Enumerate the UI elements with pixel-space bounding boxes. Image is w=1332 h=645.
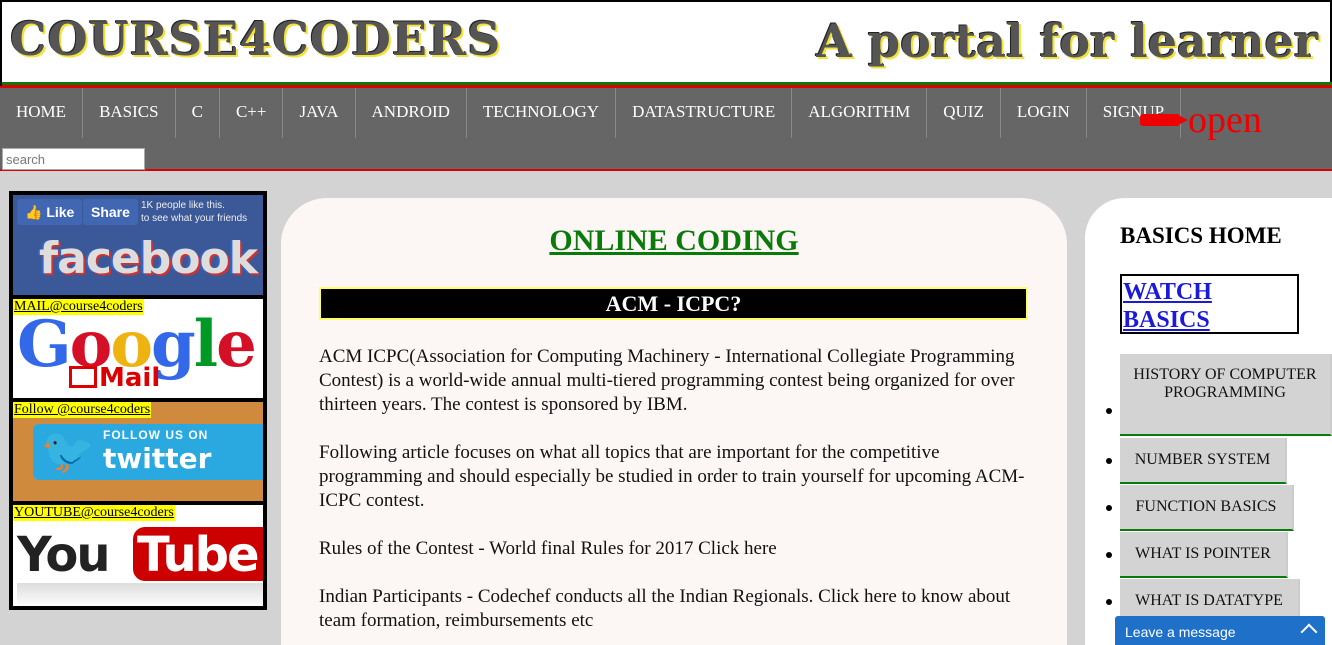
watch-label-line2: BASICS xyxy=(1123,307,1210,333)
nav-item-android[interactable]: ANDROID xyxy=(356,88,467,138)
sidebar-item-function-basics[interactable]: FUNCTION BASICS xyxy=(1120,485,1294,531)
pencil-icon xyxy=(1140,114,1188,126)
sidebar-item-pointer[interactable]: WHAT IS POINTER xyxy=(1120,532,1288,578)
facebook-count-line1: 1K people like this. xyxy=(141,200,225,211)
sidebar-heading: BASICS HOME xyxy=(1120,223,1282,248)
youtube-widget[interactable]: You Tube YOUTUBE@course4coders xyxy=(13,505,263,606)
twitter-widget[interactable]: 🐦 FOLLOW US ON twitter Follow @course4co… xyxy=(13,402,263,501)
sidebar-item-number-system[interactable]: NUMBER SYSTEM xyxy=(1120,438,1287,484)
gmail-widget[interactable]: Google Mail MAIL@course4coders xyxy=(13,299,263,398)
google-letter: G xyxy=(17,307,72,382)
bullet-icon xyxy=(1106,552,1112,558)
chevron-up-icon[interactable] xyxy=(1300,623,1318,641)
nav-item-java[interactable]: JAVA xyxy=(283,88,356,138)
mail-text: Mail xyxy=(99,363,161,393)
google-letter: e xyxy=(216,307,257,382)
nav-item-c[interactable]: C xyxy=(176,88,220,138)
bullet-icon xyxy=(1106,599,1112,605)
gmail-mail-logo: Mail xyxy=(69,363,160,393)
thumbs-up-icon: 👍 xyxy=(25,204,43,220)
nav-item-home[interactable]: HOME xyxy=(0,88,84,138)
facebook-like-button[interactable]: 👍 Like xyxy=(17,199,83,225)
nav-item-basics[interactable]: BASICS xyxy=(83,88,176,138)
bullet-icon xyxy=(1106,458,1112,464)
watch-label-line1: WATCH xyxy=(1123,279,1212,305)
nav-item-algorithm[interactable]: ALGORITHM xyxy=(792,88,928,138)
open-label: open xyxy=(1188,99,1262,141)
open-menu-button[interactable]: open xyxy=(1140,98,1262,142)
basics-sidebar: BASICS HOME WATCH BASICS HISTORY OF COMP… xyxy=(1085,198,1332,645)
section-heading: ACM - ICPC? xyxy=(319,287,1028,320)
facebook-share-button[interactable]: Share xyxy=(83,199,138,225)
envelope-icon xyxy=(69,366,97,388)
nav-item-datastructure[interactable]: DATASTRUCTURE xyxy=(616,88,793,138)
gmail-link[interactable]: MAIL@course4coders xyxy=(13,299,144,315)
nav-menu: HOME BASICS C C++ JAVA ANDROID TECHNOLOG… xyxy=(0,88,1182,138)
nav-item-login[interactable]: LOGIN xyxy=(1001,88,1087,138)
paragraph-topics: Following article focuses on what all to… xyxy=(319,442,1025,511)
facebook-logo: facebook xyxy=(39,233,258,284)
like-label: Like xyxy=(46,204,75,220)
bullet-icon xyxy=(1106,408,1112,414)
sidebar-item-history[interactable]: HISTORY OF COMPUTER PROGRAMMING xyxy=(1120,354,1332,436)
paragraph-intro: ACM ICPC(Association for Computing Machi… xyxy=(319,346,1015,415)
leave-message-widget[interactable]: Leave a message xyxy=(1115,616,1325,645)
twitter-banner: 🐦 FOLLOW US ON twitter xyxy=(33,424,263,480)
chat-label: Leave a message xyxy=(1125,624,1236,640)
page-title[interactable]: ONLINE CODING xyxy=(281,224,1067,258)
site-tagline: A portal for learner xyxy=(816,14,1318,68)
paragraph-indian[interactable]: Indian Participants - Codechef conducts … xyxy=(319,585,1039,633)
youtube-logo-tube: Tube xyxy=(137,527,260,583)
site-header: COURSE4CODERS A portal for learner xyxy=(0,0,1332,88)
facebook-count-line2: to see what your friends xyxy=(141,213,248,224)
site-brand[interactable]: COURSE4CODERS xyxy=(10,12,501,66)
youtube-logo-reflection xyxy=(17,583,263,606)
facebook-widget[interactable]: 👍 Like Share 1K people like this. to see… xyxy=(13,195,263,295)
main-nav: HOME BASICS C C++ JAVA ANDROID TECHNOLOG… xyxy=(0,86,1332,171)
google-letter: l xyxy=(193,307,218,382)
nav-item-cpp[interactable]: C++ xyxy=(220,88,284,138)
nav-item-technology[interactable]: TECHNOLOGY xyxy=(467,88,617,138)
nav-item-quiz[interactable]: QUIZ xyxy=(927,88,1001,138)
main-content: ONLINE CODING ACM - ICPC? ACM ICPC(Assoc… xyxy=(281,198,1067,645)
twitter-logo: twitter xyxy=(103,442,212,475)
youtube-logo-you: You xyxy=(17,527,110,583)
bullet-icon xyxy=(1106,505,1112,511)
youtube-link[interactable]: YOUTUBE@course4coders xyxy=(13,505,175,521)
search-input[interactable] xyxy=(2,148,145,170)
watch-basics-link[interactable]: WATCH BASICS xyxy=(1120,274,1299,334)
twitter-follow-text: FOLLOW US ON xyxy=(103,428,209,442)
facebook-count-text: 1K people like this. to see what your fr… xyxy=(141,199,247,225)
twitter-bird-icon: 🐦 xyxy=(40,427,96,476)
paragraph-rules[interactable]: Rules of the Contest - World final Rules… xyxy=(319,537,1039,561)
twitter-link[interactable]: Follow @course4coders xyxy=(13,402,152,418)
social-panel: 👍 Like Share 1K people like this. to see… xyxy=(9,191,267,610)
